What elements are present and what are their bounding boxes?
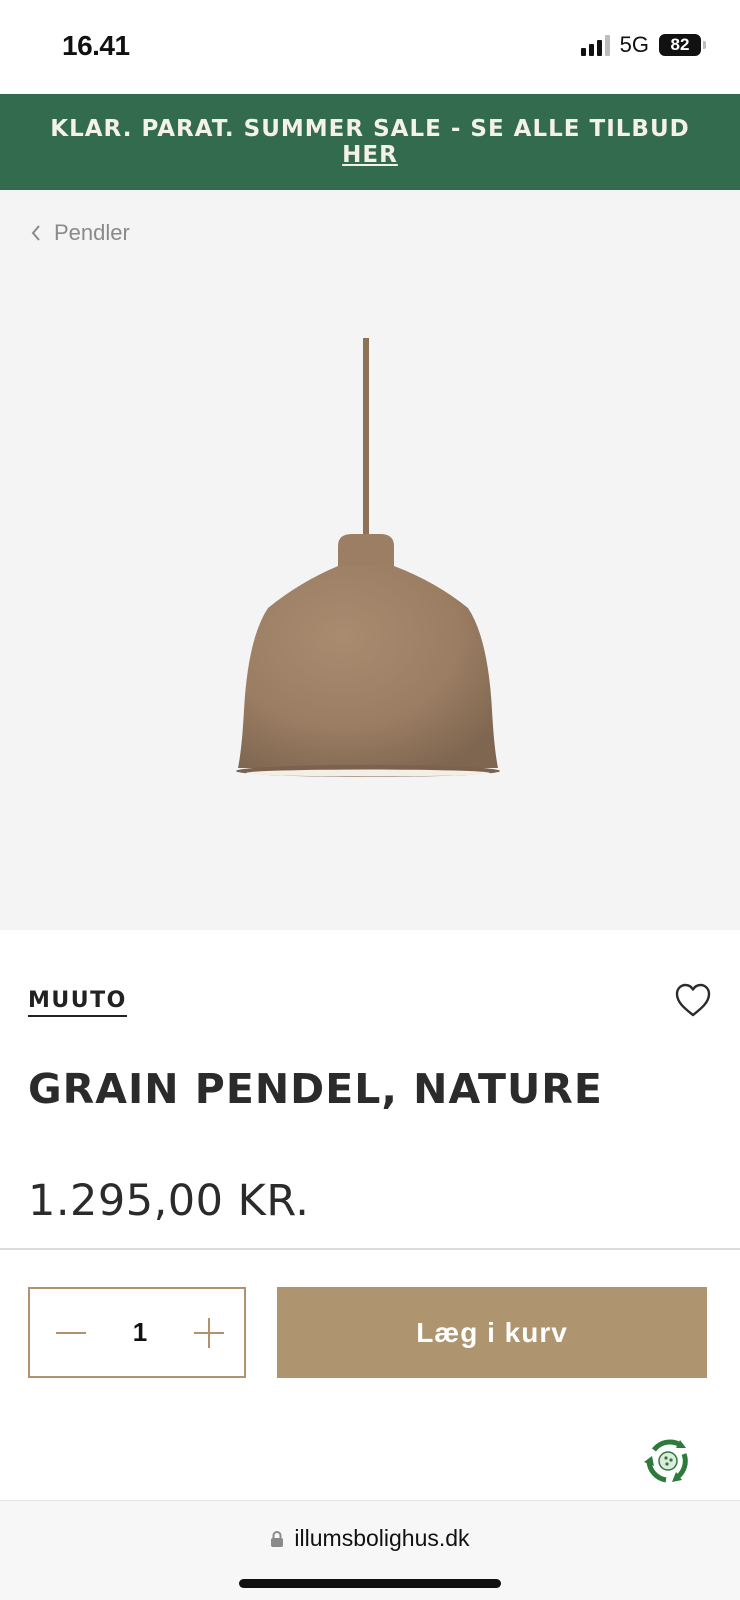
url-display[interactable]: illumsbolighus.dk (0, 1525, 740, 1552)
divider (0, 1248, 740, 1250)
status-time: 16.41 (62, 30, 130, 61)
decrease-button[interactable] (54, 1316, 88, 1350)
url-text: illumsbolighus.dk (294, 1525, 470, 1551)
promo-link[interactable]: HER (342, 142, 398, 168)
signal-icon (580, 34, 610, 56)
product-price: 1.295,00 KR. (28, 1176, 310, 1226)
add-to-cart-button[interactable]: Læg i kurv (277, 1287, 707, 1378)
promo-message: KLAR. PARAT. SUMMER SALE - SE ALLE TILBU… (50, 116, 690, 142)
promo-text: KLAR. PARAT. SUMMER SALE - SE ALLE TILBU… (40, 116, 700, 168)
promo-banner: KLAR. PARAT. SUMMER SALE - SE ALLE TILBU… (0, 94, 740, 190)
heart-icon[interactable] (674, 982, 712, 1018)
breadcrumb[interactable]: Pendler (30, 220, 130, 246)
chevron-left-icon (31, 225, 40, 241)
battery-icon: 82 (659, 34, 706, 56)
network-label: 5G (619, 32, 649, 57)
plus-icon (194, 1317, 224, 1348)
status-indicators: 5G 82 (580, 32, 706, 58)
brand-link[interactable]: MUUTO (28, 988, 127, 1017)
quantity-stepper: 1 (28, 1287, 246, 1378)
increase-button[interactable] (192, 1316, 226, 1350)
product-image (236, 338, 500, 777)
home-indicator[interactable] (239, 1579, 501, 1588)
minus-icon (56, 1331, 86, 1334)
battery-level: 82 (659, 34, 701, 56)
product-title: GRAIN PENDEL, NATURE (28, 1065, 603, 1113)
breadcrumb-label: Pendler (54, 220, 130, 245)
recycle-badge-icon[interactable] (640, 1432, 696, 1488)
lock-icon (271, 1530, 284, 1547)
browser-url-bar[interactable]: illumsbolighus.dk (0, 1500, 740, 1600)
status-bar: 16.41 5G 82 (0, 0, 740, 94)
quantity-value[interactable]: 1 (133, 1317, 147, 1348)
product-gallery[interactable]: Pendler (0, 190, 740, 930)
